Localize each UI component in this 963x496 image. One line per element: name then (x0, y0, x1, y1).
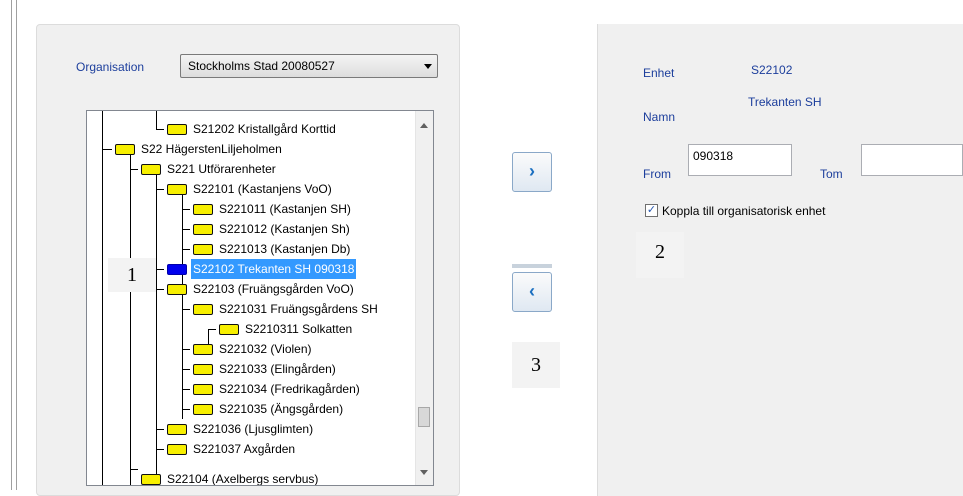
tree-node-label: S22102 Trekanten SH 090318 (191, 259, 357, 279)
tree-line (156, 189, 164, 190)
from-label: From (643, 167, 671, 181)
tree-node-label: S221013 (Kastanjen Db) (219, 242, 351, 256)
tree-node-label: S221036 (Ljusglimten) (193, 422, 314, 436)
tree-node-label: S221011 (Kastanjen SH) (219, 202, 351, 216)
folder-icon (167, 424, 187, 435)
tree-line (130, 469, 138, 470)
tree-line (102, 111, 103, 485)
koppla-label: Koppla till organisatorisk enhet (662, 204, 826, 218)
scroll-up-arrow-icon[interactable] (420, 123, 428, 128)
folder-icon (167, 184, 187, 195)
scroll-down-arrow-icon[interactable] (420, 470, 428, 475)
tree-line (208, 329, 216, 330)
folder-icon (193, 244, 213, 255)
move-right-button[interactable]: › (512, 152, 552, 192)
organisation-select[interactable]: Stockholms Stad 20080527 (180, 54, 438, 78)
tree-line (156, 429, 164, 430)
tree-line (182, 409, 190, 410)
tree-node-label: S221034 (Fredrikagården) (219, 382, 360, 396)
tree-node-label: S2210311 Solkatten (245, 322, 353, 336)
from-input[interactable]: 090318 (688, 144, 792, 176)
move-left-button[interactable]: ‹ (512, 272, 552, 312)
org-tree[interactable]: S21202 Kristallgård Korttid S22 Hägerste… (86, 110, 434, 486)
tree-line (156, 129, 164, 130)
tree-node-label: S221037 Axgården (193, 442, 296, 456)
koppla-checkbox[interactable]: ✓ (645, 204, 658, 217)
chevron-down-icon[interactable] (424, 64, 432, 69)
tree-line (182, 389, 190, 390)
tree-node-label: S221012 (Kastanjen Sh) (219, 222, 350, 236)
tom-input[interactable] (861, 144, 963, 176)
tree-line (156, 449, 164, 450)
organisation-label: Organisation (76, 60, 145, 74)
from-input-value: 090318 (693, 149, 734, 163)
tree-line (182, 309, 183, 419)
namn-label: Namn (643, 110, 676, 124)
scrollbar-thumb[interactable] (418, 407, 430, 427)
window-border-inner (16, 0, 17, 490)
namn-value: Trekanten SH (748, 95, 822, 109)
tree-node-label: S22104 (Axelbergs servbus) (167, 472, 319, 486)
folder-icon (167, 284, 187, 295)
enhet-label: Enhet (643, 66, 675, 80)
folder-icon (167, 264, 187, 275)
folder-icon (193, 364, 213, 375)
folder-icon (193, 304, 213, 315)
tree-line (156, 111, 157, 129)
tree-line (130, 149, 131, 485)
folder-icon (193, 204, 213, 215)
tree-node-label: S221 Utförarenheter (167, 162, 276, 176)
tree-node-label: S221033 (Elingården) (219, 362, 336, 376)
enhet-value: S22102 (751, 63, 793, 77)
tree-line (130, 169, 138, 170)
folder-icon (193, 344, 213, 355)
folder-icon (167, 444, 187, 455)
folder-icon (141, 474, 161, 485)
tree-line (182, 309, 190, 310)
folder-icon (167, 124, 187, 135)
annotation-2: 2 (636, 232, 684, 278)
tree-node-label: S221031 Fruängsgårdens SH (219, 302, 378, 316)
folder-icon (219, 324, 239, 335)
tree-line (102, 149, 112, 150)
tree-line (208, 329, 209, 345)
folder-icon (141, 164, 161, 175)
tree-line (182, 369, 190, 370)
tree-line (182, 249, 190, 250)
tree-line (182, 349, 190, 350)
window-border-left (11, 0, 12, 490)
folder-icon (193, 224, 213, 235)
chevron-left-icon: ‹ (529, 281, 535, 301)
tree-node-label: S221035 (Ängsgården) (219, 402, 344, 416)
tree-node-label: S22101 (Kastanjens VoO) (193, 182, 332, 196)
tree-line (182, 209, 190, 210)
checkmark-icon: ✓ (646, 204, 657, 216)
tree-node-label: S221032 (Violen) (219, 342, 312, 356)
tree-line (156, 269, 164, 270)
tree-line (156, 169, 157, 485)
tree-node-label: S22 HägerstenLiljeholmen (141, 142, 282, 156)
tree-line (182, 229, 190, 230)
button-divider (512, 264, 552, 268)
tree-node-label: S21202 Kristallgård Korttid (193, 122, 336, 136)
annotation-3: 3 (512, 342, 560, 388)
folder-icon (193, 384, 213, 395)
tree-node-label: S22103 (Fruängsgården VoO) (193, 282, 354, 296)
folder-icon (193, 404, 213, 415)
organisation-selected-value: Stockholms Stad 20080527 (188, 59, 335, 73)
annotation-1: 1 (108, 258, 156, 292)
folder-icon (115, 144, 135, 155)
tree-line (156, 289, 164, 290)
cut-off-header (38, 0, 128, 4)
tom-label: Tom (820, 167, 843, 181)
chevron-right-icon: › (529, 161, 535, 181)
tree-scrollbar[interactable] (415, 111, 433, 485)
